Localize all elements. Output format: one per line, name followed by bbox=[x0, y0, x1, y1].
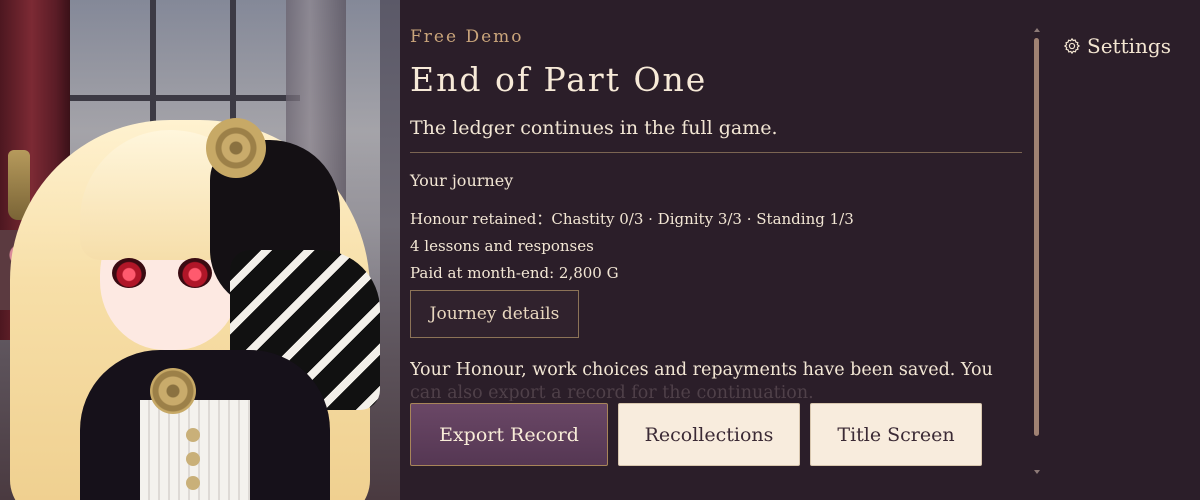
settings-label: Settings bbox=[1087, 34, 1171, 58]
export-record-button[interactable]: Export Record bbox=[410, 403, 608, 466]
character-eye-right bbox=[178, 258, 212, 288]
dress-button bbox=[186, 428, 200, 442]
lessons-stat: 4 lessons and responses bbox=[410, 237, 594, 255]
dress-button bbox=[186, 452, 200, 466]
scrollbar[interactable] bbox=[1032, 24, 1042, 476]
journey-stats: Honour retained：Chastity 0/3 · Dignity 3… bbox=[410, 206, 854, 287]
scrollbar-thumb[interactable] bbox=[1034, 38, 1039, 436]
journey-heading: Your journey bbox=[410, 171, 514, 190]
recollections-button[interactable]: Recollections bbox=[618, 403, 800, 466]
honour-stat: Honour retained：Chastity 0/3 · Dignity 3… bbox=[410, 210, 854, 228]
scroll-up-arrow-icon[interactable] bbox=[1034, 28, 1040, 32]
collar-rose bbox=[150, 368, 196, 414]
right-margin bbox=[1050, 0, 1200, 500]
save-message-line: Your Honour, work choices and repayments… bbox=[410, 360, 993, 380]
title-screen-button[interactable]: Title Screen bbox=[810, 403, 982, 466]
demo-kicker: Free Demo bbox=[410, 27, 524, 47]
journey-details-button[interactable]: Journey details bbox=[410, 290, 579, 338]
hair-rose bbox=[206, 118, 266, 178]
dress-button bbox=[186, 476, 200, 490]
scroll-down-arrow-icon[interactable] bbox=[1034, 470, 1040, 474]
character-portrait bbox=[0, 0, 400, 500]
divider bbox=[410, 152, 1022, 153]
page-subtitle: The ledger continues in the full game. bbox=[410, 117, 778, 139]
settings-button[interactable]: Settings bbox=[1063, 30, 1171, 62]
end-of-demo-panel: Free Demo End of Part One The ledger con… bbox=[400, 0, 1050, 500]
character-eye-left bbox=[112, 258, 146, 288]
save-message: Your Honour, work choices and repayments… bbox=[410, 359, 1030, 401]
page-title: End of Part One bbox=[410, 60, 708, 99]
paid-stat: Paid at month-end: 2,800 G bbox=[410, 264, 619, 282]
save-message-line-faded: can also export a record for the continu… bbox=[410, 383, 814, 401]
gear-icon bbox=[1063, 37, 1081, 55]
window-frame bbox=[70, 95, 300, 101]
